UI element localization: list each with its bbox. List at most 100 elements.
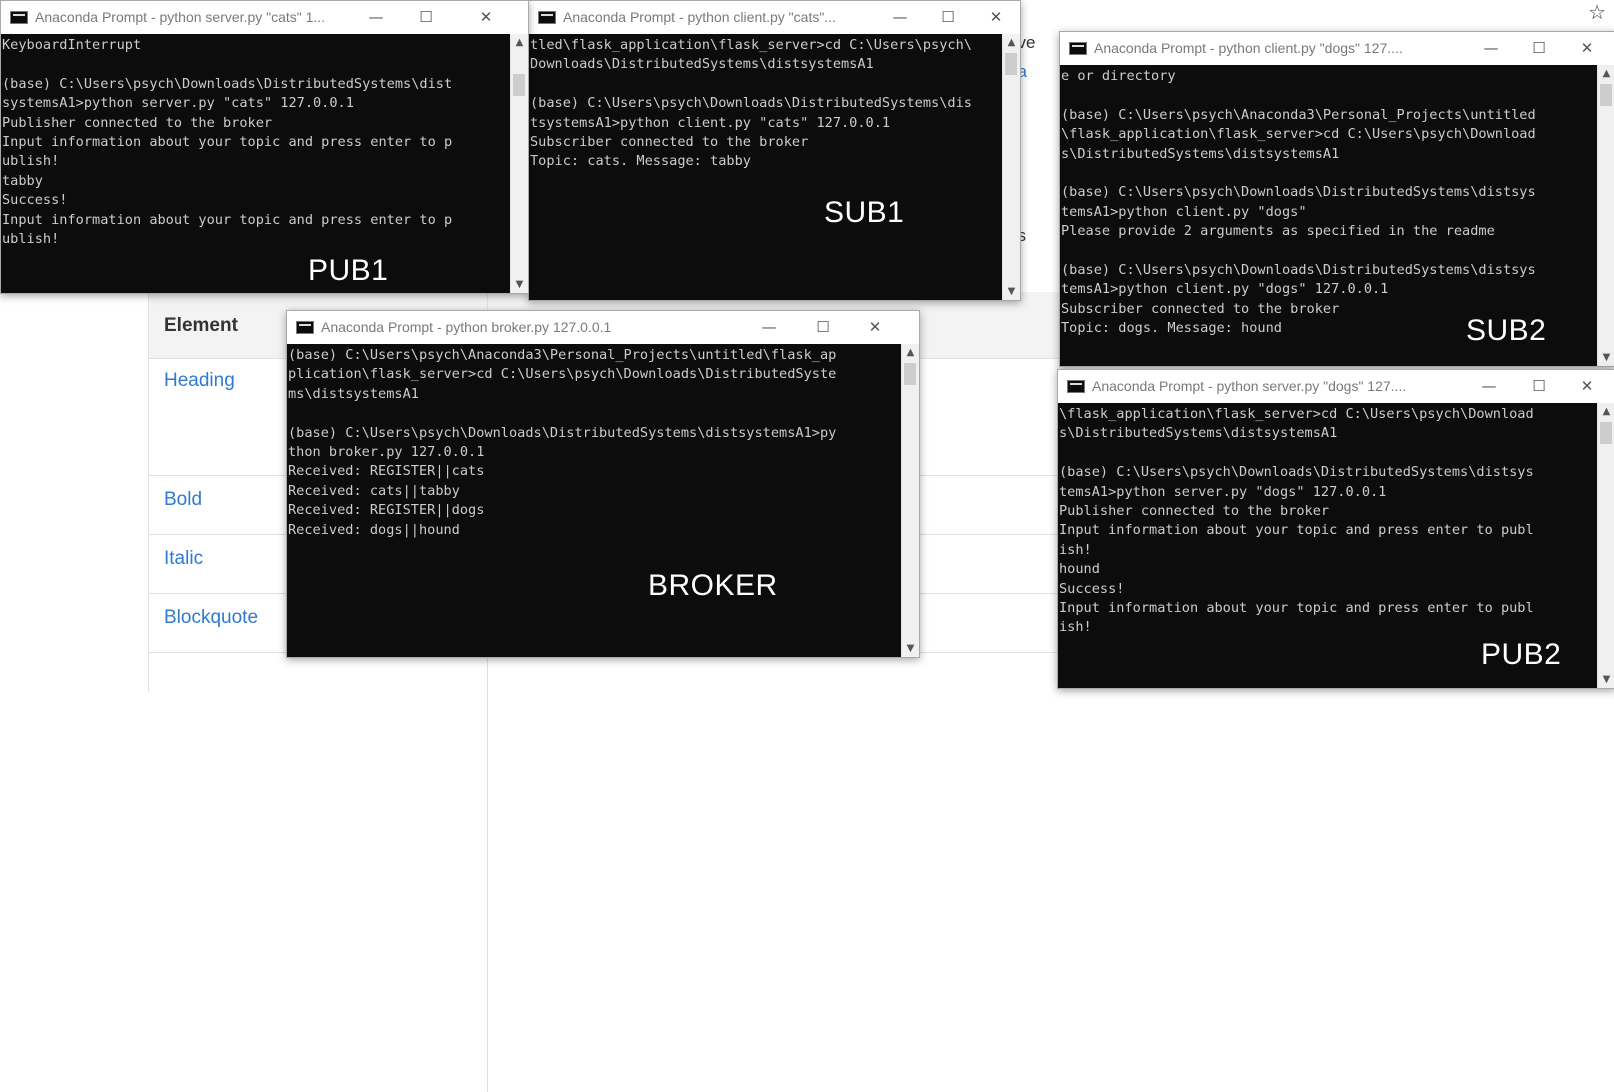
console-line: s\DistributedSystems\distsystemsA1 xyxy=(1061,145,1340,162)
pub1-label: PUB1 xyxy=(308,254,389,287)
bold-link[interactable]: Bold xyxy=(164,489,202,511)
console-line: (base) C:\Users\psych\Downloads\Distribu… xyxy=(530,95,972,112)
console-line: Input information about your topic and p… xyxy=(1059,522,1534,539)
broker-scrollbar[interactable]: ▲ ▼ xyxy=(901,344,919,657)
console-line: Input information about your topic and p… xyxy=(1059,599,1534,616)
console-line: temsA1>python client.py "dogs" 127.0.0.1 xyxy=(1061,281,1389,298)
console-line: temsA1>python client.py "dogs" xyxy=(1061,203,1307,220)
scroll-up-icon[interactable]: ▲ xyxy=(1598,403,1614,420)
console-line: Received: cats||tabby xyxy=(288,482,460,499)
broker-title: Anaconda Prompt - python broker.py 127.0… xyxy=(321,319,612,335)
maximize-button[interactable]: ☐ xyxy=(936,6,960,28)
scroll-up-icon[interactable]: ▲ xyxy=(1003,34,1020,51)
console-line: KeyboardInterrupt xyxy=(2,37,142,53)
scroll-down-icon[interactable]: ▼ xyxy=(511,276,528,293)
minimize-button[interactable]: — xyxy=(364,6,388,28)
close-button[interactable]: ✕ xyxy=(1575,375,1599,397)
pub1-console[interactable]: KeyboardInterrupt (base) C:\Users\psych\… xyxy=(1,34,511,293)
close-button[interactable]: ✕ xyxy=(474,6,498,28)
maximize-button[interactable]: ☐ xyxy=(414,6,438,28)
table-header-element: Element xyxy=(164,315,238,336)
terminal-icon xyxy=(296,321,314,334)
scroll-up-icon[interactable]: ▲ xyxy=(511,34,528,51)
sub1-console[interactable]: tled\flask_application\flask_server>cd C… xyxy=(529,34,1003,300)
maximize-button[interactable]: ☐ xyxy=(811,316,835,338)
blockquote-link[interactable]: Blockquote xyxy=(164,607,258,629)
terminal-icon xyxy=(1067,380,1085,393)
console-line: Subscriber connected to the broker xyxy=(530,133,809,150)
terminal-icon xyxy=(1069,42,1087,55)
scroll-up-icon[interactable]: ▲ xyxy=(902,344,919,361)
pub1-titlebar[interactable]: Anaconda Prompt - python server.py "cats… xyxy=(1,1,528,34)
terminal-icon xyxy=(538,11,556,24)
close-button[interactable]: ✕ xyxy=(863,316,887,338)
broker-label: BROKER xyxy=(648,569,778,602)
sub1-scrollbar[interactable]: ▲ ▼ xyxy=(1002,34,1020,300)
scroll-thumb[interactable] xyxy=(904,363,916,385)
pub1-scrollbar[interactable]: ▲ ▼ xyxy=(510,34,528,293)
scroll-up-icon[interactable]: ▲ xyxy=(1598,65,1614,82)
pub2-scrollbar[interactable]: ▲ ▼ xyxy=(1597,403,1614,688)
console-line: Received: dogs||hound xyxy=(288,521,460,538)
broker-console[interactable]: (base) C:\Users\psych\Anaconda3\Personal… xyxy=(287,344,902,657)
console-line: e or directory xyxy=(1061,68,1176,84)
broker-window[interactable]: Anaconda Prompt - python broker.py 127.0… xyxy=(286,310,920,658)
console-line: Downloads\DistributedSystems\distsystems… xyxy=(530,56,874,73)
terminal-icon xyxy=(10,11,28,24)
scroll-down-icon[interactable]: ▼ xyxy=(1598,671,1614,688)
close-button[interactable]: ✕ xyxy=(1575,37,1599,59)
sub1-window[interactable]: Anaconda Prompt - python client.py "cats… xyxy=(528,0,1021,301)
pub2-window[interactable]: Anaconda Prompt - python server.py "dogs… xyxy=(1057,369,1614,689)
console-line: Input information about your topic and p… xyxy=(2,211,453,228)
console-line: (base) C:\Users\psych\Downloads\Distribu… xyxy=(2,75,453,92)
console-line: ublish! xyxy=(2,153,60,170)
minimize-button[interactable]: — xyxy=(757,316,781,338)
console-line: ish! xyxy=(1059,619,1092,636)
console-line: Success! xyxy=(2,192,68,209)
console-line: systemsA1>python server.py "cats" 127.0.… xyxy=(2,95,354,112)
minimize-button[interactable]: — xyxy=(1477,375,1501,397)
pub1-title: Anaconda Prompt - python server.py "cats… xyxy=(35,9,326,25)
sub1-title: Anaconda Prompt - python client.py "cats… xyxy=(563,9,836,25)
console-line: Publisher connected to the broker xyxy=(2,114,273,131)
console-line: (base) C:\Users\psych\Downloads\Distribu… xyxy=(288,424,837,441)
maximize-button[interactable]: ☐ xyxy=(1527,37,1551,59)
minimize-button[interactable]: — xyxy=(1479,37,1503,59)
console-line: Success! xyxy=(1059,580,1125,597)
pub2-titlebar[interactable]: Anaconda Prompt - python server.py "dogs… xyxy=(1058,370,1614,403)
scroll-thumb[interactable] xyxy=(1005,53,1017,75)
scroll-thumb[interactable] xyxy=(1600,84,1612,106)
console-line: ish! xyxy=(1059,541,1092,558)
heading-link[interactable]: Heading xyxy=(164,370,235,392)
maximize-button[interactable]: ☐ xyxy=(1527,375,1551,397)
close-button[interactable]: ✕ xyxy=(984,6,1008,28)
console-line: Received: REGISTER||dogs xyxy=(288,502,485,519)
sub2-label: SUB2 xyxy=(1466,314,1547,347)
scroll-down-icon[interactable]: ▼ xyxy=(1003,283,1020,300)
console-line: \flask_application\flask_server>cd C:\Us… xyxy=(1061,126,1536,143)
minimize-button[interactable]: — xyxy=(888,6,912,28)
console-line: tsystemsA1>python client.py "cats" 127.0… xyxy=(530,114,891,131)
sub2-scrollbar[interactable]: ▲ ▼ xyxy=(1597,65,1614,366)
broker-titlebar[interactable]: Anaconda Prompt - python broker.py 127.0… xyxy=(287,311,919,344)
scroll-thumb[interactable] xyxy=(513,74,525,96)
star-icon[interactable]: ☆ xyxy=(1588,0,1606,25)
console-line: s\DistributedSystems\distsystemsA1 xyxy=(1059,425,1338,442)
scroll-down-icon[interactable]: ▼ xyxy=(1598,349,1614,366)
console-line: (base) C:\Users\psych\Downloads\Distribu… xyxy=(1061,261,1536,278)
sub2-title: Anaconda Prompt - python client.py "dogs… xyxy=(1094,40,1403,56)
italic-link[interactable]: Italic xyxy=(164,548,203,570)
scroll-down-icon[interactable]: ▼ xyxy=(902,640,919,657)
console-line: tabby xyxy=(2,172,43,189)
sub2-titlebar[interactable]: Anaconda Prompt - python client.py "dogs… xyxy=(1060,32,1614,65)
scroll-thumb[interactable] xyxy=(1600,422,1612,444)
sub1-titlebar[interactable]: Anaconda Prompt - python client.py "cats… xyxy=(529,1,1020,34)
pub1-window[interactable]: Anaconda Prompt - python server.py "cats… xyxy=(0,0,529,294)
sub2-window[interactable]: Anaconda Prompt - python client.py "dogs… xyxy=(1059,31,1614,367)
